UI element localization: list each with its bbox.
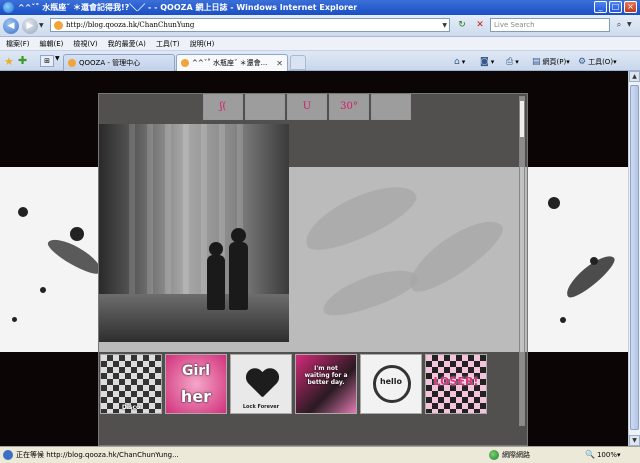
- add-favorites-icon[interactable]: ✚: [18, 54, 27, 67]
- stop-button[interactable]: ✕: [472, 18, 488, 32]
- tab-favicon-icon: [68, 59, 76, 67]
- close-window-button[interactable]: ×: [624, 1, 637, 13]
- scroll-thumb[interactable]: [630, 85, 639, 430]
- zoom-icon: 🔍: [585, 450, 595, 459]
- heart-icon: [245, 369, 279, 399]
- title-bar: ^^ˇ˚ 水瓶座ˇ ＊還會記得我!?＼／ - - QOOZA 網上日誌 - Wi…: [0, 0, 640, 15]
- page-menu-label: 網頁(P): [542, 57, 567, 66]
- blog-nav-button-4[interactable]: 30°: [329, 94, 369, 120]
- scroll-up-icon[interactable]: ▲: [629, 71, 640, 82]
- blog-nav-button-2[interactable]: [245, 94, 285, 120]
- loading-icon: [3, 450, 13, 460]
- tools-menu-button[interactable]: ⚙ 工具(O) ▾: [578, 55, 617, 68]
- menu-help[interactable]: 說明(H): [190, 39, 215, 49]
- blog-nav-button-1[interactable]: ʃ(: [203, 94, 243, 120]
- zoom-label: 100%: [596, 450, 617, 459]
- browser-window: ^^ˇ˚ 水瓶座ˇ ＊還會記得我!?＼／ - - QOOZA 網上日誌 - Wi…: [0, 0, 640, 463]
- menu-file[interactable]: 檔案(F): [6, 39, 30, 49]
- ie-logo-icon: [3, 2, 14, 13]
- favorites-star-icon[interactable]: ★: [4, 55, 14, 68]
- tab-label: ^^ˇ˚ 水瓶座ˇ ＊還會...: [192, 59, 268, 67]
- search-icon[interactable]: ⌕: [612, 18, 626, 32]
- page-menu-button[interactable]: ▤ 網頁(P) ▾: [532, 55, 570, 68]
- blog-nav: ʃ( U 30°: [203, 94, 411, 120]
- zoom-control[interactable]: 🔍 100% ▾: [585, 450, 621, 459]
- window-controls: _ □ ×: [594, 1, 637, 13]
- menu-tools[interactable]: 工具(T): [156, 39, 180, 49]
- search-options-icon[interactable]: ▼: [627, 18, 637, 32]
- scroll-down-icon[interactable]: ▼: [629, 435, 640, 446]
- page-favicon-icon: [54, 20, 63, 30]
- print-icon: ⎙: [506, 56, 514, 67]
- quick-tabs-icon[interactable]: ⊞: [40, 55, 54, 67]
- refresh-button[interactable]: ↻: [454, 18, 470, 32]
- window-title: ^^ˇ˚ 水瓶座ˇ ＊還會記得我!?＼／ - - QOOZA 網上日誌 - Wi…: [18, 3, 358, 12]
- menu-view[interactable]: 檢視(V): [73, 39, 97, 49]
- feeds-button[interactable]: ◙ ▾: [480, 55, 494, 68]
- address-field[interactable]: http://blog.qooza.hk/ChanChunYung ▼: [50, 18, 450, 32]
- search-input[interactable]: Live Search: [490, 18, 610, 32]
- home-button[interactable]: ⌂ ▾: [454, 55, 465, 68]
- profile-photo: [99, 124, 289, 342]
- new-tab-button[interactable]: [290, 55, 306, 70]
- page-content: ʃ( U 30° Disco Girl her Lock Forever I'm…: [0, 71, 628, 446]
- forward-button[interactable]: ▶: [22, 17, 38, 34]
- sticker-disco[interactable]: Disco: [100, 354, 162, 414]
- minimize-button[interactable]: _: [594, 1, 607, 13]
- tools-menu-label: 工具(O): [588, 57, 614, 66]
- menu-bar: 檔案(F) 編輯(E) 檢視(V) 我的最愛(A) 工具(T) 說明(H): [0, 37, 640, 51]
- tab-blog[interactable]: ^^ˇ˚ 水瓶座ˇ ＊還會... ✕: [176, 54, 288, 71]
- navigation-bar: ◀ ▶ ▼ http://blog.qooza.hk/ChanChunYung …: [0, 15, 640, 37]
- tab-favicon-icon: [181, 59, 189, 67]
- tab-list-dropdown-icon[interactable]: ▼: [55, 55, 60, 62]
- tab-qooza-admin[interactable]: QOOZA - 管理中心: [63, 54, 175, 71]
- status-bar: 正在等候 http://blog.qooza.hk/ChanChunYung..…: [0, 446, 640, 463]
- close-tab-icon[interactable]: ✕: [276, 59, 283, 68]
- panel-scrollbar[interactable]: [519, 96, 525, 426]
- menu-favorites[interactable]: 我的最愛(A): [108, 39, 146, 49]
- rss-feed-icon: ◙: [480, 56, 489, 67]
- sticker-gallery: Disco Girl her Lock Forever I'm not wait…: [100, 354, 487, 414]
- status-text: 正在等候 http://blog.qooza.hk/ChanChunYung..…: [16, 451, 179, 459]
- sticker-heart[interactable]: Lock Forever: [230, 354, 292, 414]
- internet-zone-icon: [489, 450, 499, 460]
- tab-bar: ★ ✚ ⊞ ▼ QOOZA - 管理中心 ^^ˇ˚ 水瓶座ˇ ＊還會... ✕ …: [0, 51, 640, 71]
- page-icon: ▤: [532, 56, 541, 67]
- page-scrollbar[interactable]: ▲ ▼: [628, 71, 640, 446]
- tab-label: QOOZA - 管理中心: [79, 59, 141, 67]
- history-dropdown-icon[interactable]: ▼: [39, 22, 47, 29]
- maximize-button[interactable]: □: [609, 1, 622, 13]
- sticker-girl[interactable]: Girl her: [165, 354, 227, 414]
- print-button[interactable]: ⎙ ▾: [506, 55, 519, 68]
- sticker-loser[interactable]: LOSER!: [425, 354, 487, 414]
- gear-icon: ⚙: [578, 56, 587, 67]
- address-dropdown-icon[interactable]: ▼: [442, 22, 447, 29]
- blog-nav-button-5[interactable]: [371, 94, 411, 120]
- sticker-hello[interactable]: hello: [360, 354, 422, 414]
- back-button[interactable]: ◀: [3, 17, 19, 34]
- panel-scroll-thumb[interactable]: [520, 101, 524, 137]
- sticker-waiting[interactable]: I'm not waiting for a better day.: [295, 354, 357, 414]
- home-icon: ⌂: [454, 56, 460, 67]
- blog-nav-button-3[interactable]: U: [287, 94, 327, 120]
- security-zone[interactable]: 網際網路: [489, 450, 530, 460]
- zone-label: 網際網路: [502, 451, 530, 459]
- address-url: http://blog.qooza.hk/ChanChunYung: [66, 21, 195, 29]
- zoom-dropdown-icon[interactable]: ▾: [617, 451, 621, 459]
- menu-edit[interactable]: 編輯(E): [40, 39, 64, 49]
